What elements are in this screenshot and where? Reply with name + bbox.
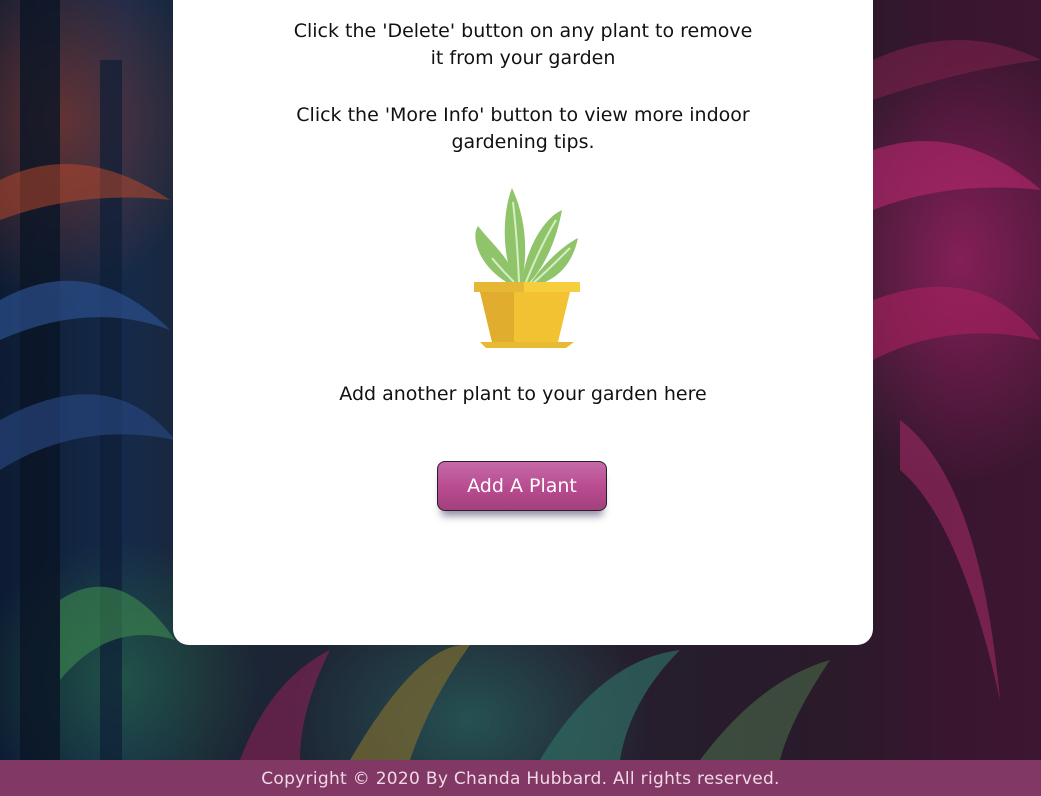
- more-info-instructions-line-1: Click the 'More Info' button to view mor…: [296, 104, 750, 126]
- delete-instructions-line-1: Click the 'Delete' button on any plant t…: [293, 20, 753, 42]
- delete-instructions: Click the 'Delete' button on any plant t…: [173, 18, 873, 72]
- footer: Copyright © 2020 By Chanda Hubbard. All …: [0, 760, 1041, 796]
- potted-plant-icon: [474, 188, 580, 348]
- add-plant-prompt: Add another plant to your garden here: [339, 383, 707, 405]
- more-info-instructions-line-2: gardening tips.: [451, 131, 595, 153]
- add-plant-button[interactable]: Add A Plant: [437, 461, 607, 511]
- instructions-card: Click the 'Delete' button on any plant t…: [173, 0, 873, 645]
- more-info-instructions: Click the 'More Info' button to view mor…: [173, 102, 873, 156]
- delete-instructions-line-2: it from your garden: [430, 47, 616, 69]
- copyright-text: Copyright © 2020 By Chanda Hubbard. All …: [261, 769, 780, 789]
